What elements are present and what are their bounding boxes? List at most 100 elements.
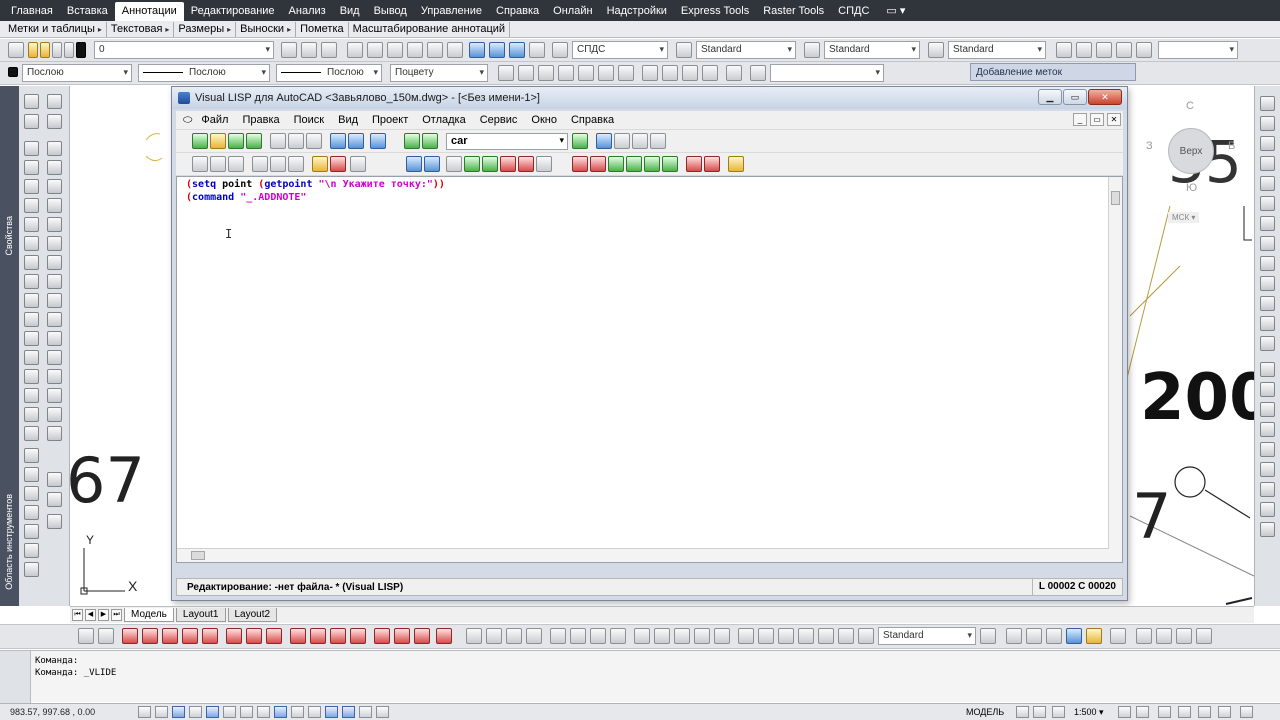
material-icon[interactable] xyxy=(1086,628,1102,644)
tab-addins[interactable]: Надстройки xyxy=(600,2,674,21)
chamfer-icon[interactable] xyxy=(47,369,62,384)
linetype-dropdown[interactable]: Послою xyxy=(138,64,270,82)
viewcube-north[interactable]: С xyxy=(1186,100,1194,112)
tab-layout1[interactable]: Layout1 xyxy=(175,608,226,622)
breakpoint-icon[interactable] xyxy=(686,156,702,172)
annotation-scale-dropdown[interactable]: 1:500 ▾ xyxy=(1074,707,1104,718)
3d-osnap-icon[interactable] xyxy=(223,706,236,718)
snap-midpoint-icon[interactable] xyxy=(142,628,158,644)
named-view-dropdown[interactable] xyxy=(770,64,884,82)
viewport-icon[interactable] xyxy=(1056,42,1072,58)
window-icon[interactable] xyxy=(1176,628,1192,644)
lock-icon[interactable] xyxy=(52,42,62,58)
layer-icon[interactable] xyxy=(24,543,39,558)
dim-style-manager-icon[interactable] xyxy=(980,628,996,644)
temp-track-icon[interactable] xyxy=(78,628,94,644)
tab-spds[interactable]: СПДС xyxy=(831,2,876,21)
mleader-style-dropdown[interactable]: Standard xyxy=(948,41,1046,59)
stretch-icon[interactable] xyxy=(47,274,62,289)
ellipse-arc-icon[interactable] xyxy=(24,293,39,308)
dim-space-icon[interactable] xyxy=(694,628,710,644)
layer-match-icon[interactable] xyxy=(347,42,363,58)
dim-ordinate-icon[interactable] xyxy=(526,628,542,644)
viewport-scale-dropdown[interactable] xyxy=(1158,41,1238,59)
copy-icon[interactable] xyxy=(288,133,304,149)
scale-icon[interactable] xyxy=(47,255,62,270)
close-button[interactable]: ✕ xyxy=(1088,89,1122,105)
table-icon[interactable] xyxy=(47,426,62,441)
dimension-icon[interactable] xyxy=(1260,256,1275,271)
dim-style-dropdown[interactable]: Standard xyxy=(696,41,796,59)
ribbon-minimize-button[interactable]: ▭ ▾ xyxy=(876,1,915,21)
help-icon[interactable] xyxy=(728,156,744,172)
box-icon[interactable] xyxy=(598,65,614,81)
continue-icon[interactable] xyxy=(626,156,642,172)
trim-icon[interactable] xyxy=(47,293,62,308)
rectangle-icon[interactable] xyxy=(24,179,39,194)
tolerance-icon[interactable] xyxy=(738,628,754,644)
dimension-icon[interactable] xyxy=(1260,276,1275,291)
iso-view-icon[interactable] xyxy=(682,65,698,81)
snap-perpendicular-icon[interactable] xyxy=(290,628,306,644)
hardware-acceleration-icon[interactable] xyxy=(1198,706,1211,718)
add-watch-icon[interactable] xyxy=(704,156,720,172)
hide-icon[interactable] xyxy=(1026,628,1042,644)
panel-leaders[interactable]: Выноски ▸ xyxy=(236,21,297,37)
prev-tab-button[interactable]: ◀ xyxy=(85,609,96,621)
environment-icon[interactable] xyxy=(1110,628,1126,644)
dim-update-icon[interactable] xyxy=(858,628,874,644)
panel-text[interactable]: Текстовая ▸ xyxy=(107,21,175,37)
palette-icon[interactable] xyxy=(47,514,62,529)
lock-ui-icon[interactable] xyxy=(1178,706,1191,718)
polygon-icon[interactable] xyxy=(24,160,39,175)
make-block-icon[interactable] xyxy=(24,331,39,346)
open-folder-icon[interactable] xyxy=(210,133,226,149)
model-space-toggle[interactable]: МОДЕЛЬ xyxy=(966,707,1004,717)
trace-icon[interactable] xyxy=(482,156,498,172)
complete-word-icon[interactable] xyxy=(370,133,386,149)
layer-icon[interactable] xyxy=(24,562,39,577)
multiline-text-icon[interactable] xyxy=(47,472,62,487)
clean-screen-icon[interactable] xyxy=(1240,706,1253,718)
dim-diameter-icon[interactable] xyxy=(590,628,606,644)
watch-icon[interactable] xyxy=(536,156,552,172)
quick-properties-icon[interactable] xyxy=(325,706,338,718)
scroll-thumb[interactable] xyxy=(1111,191,1120,205)
paste-icon[interactable] xyxy=(306,133,322,149)
uncomment-icon[interactable] xyxy=(270,156,286,172)
save-icon[interactable] xyxy=(228,133,244,149)
erase-icon[interactable] xyxy=(47,114,62,129)
viewport-object-icon[interactable] xyxy=(1116,42,1132,58)
layer-isolate-icon[interactable] xyxy=(367,42,383,58)
layer-icon[interactable] xyxy=(24,448,39,463)
lineweight-icon[interactable] xyxy=(291,706,304,718)
iso-view-icon[interactable] xyxy=(642,65,658,81)
tab-analyze[interactable]: Анализ xyxy=(282,2,333,21)
quit-icon[interactable] xyxy=(644,156,660,172)
dimension-icon[interactable] xyxy=(1260,362,1275,377)
table-style-icon[interactable] xyxy=(804,42,820,58)
ortho-icon[interactable] xyxy=(172,706,185,718)
box-icon[interactable] xyxy=(578,65,594,81)
dimension-icon[interactable] xyxy=(1260,482,1275,497)
window-icon[interactable] xyxy=(1136,628,1152,644)
tab-model[interactable]: Модель xyxy=(124,608,174,622)
dimension-icon[interactable] xyxy=(1260,316,1275,331)
dim-baseline-icon[interactable] xyxy=(654,628,670,644)
tab-online[interactable]: Онлайн xyxy=(546,2,599,21)
menu-file[interactable]: Файл xyxy=(194,114,235,126)
layer-dropdown[interactable]: 0 xyxy=(94,41,274,59)
dimension-icon[interactable] xyxy=(1260,176,1275,191)
find-icon[interactable] xyxy=(404,133,420,149)
snap-node-icon[interactable] xyxy=(350,628,366,644)
copy-icon[interactable] xyxy=(47,141,62,156)
tab-layout2[interactable]: Layout2 xyxy=(227,608,278,622)
text-style-icon[interactable] xyxy=(552,42,568,58)
menu-search[interactable]: Поиск xyxy=(287,114,331,126)
tab-manage[interactable]: Управление xyxy=(414,2,489,21)
color-swatch-icon[interactable] xyxy=(76,42,86,58)
dimension-icon[interactable] xyxy=(1260,382,1275,397)
snap-parallel-icon[interactable] xyxy=(310,628,326,644)
panel-annotation-scaling[interactable]: Масштабирование аннотаций xyxy=(349,21,511,37)
command-line[interactable]: Команда: Команда: _VLIDE xyxy=(0,650,1280,703)
